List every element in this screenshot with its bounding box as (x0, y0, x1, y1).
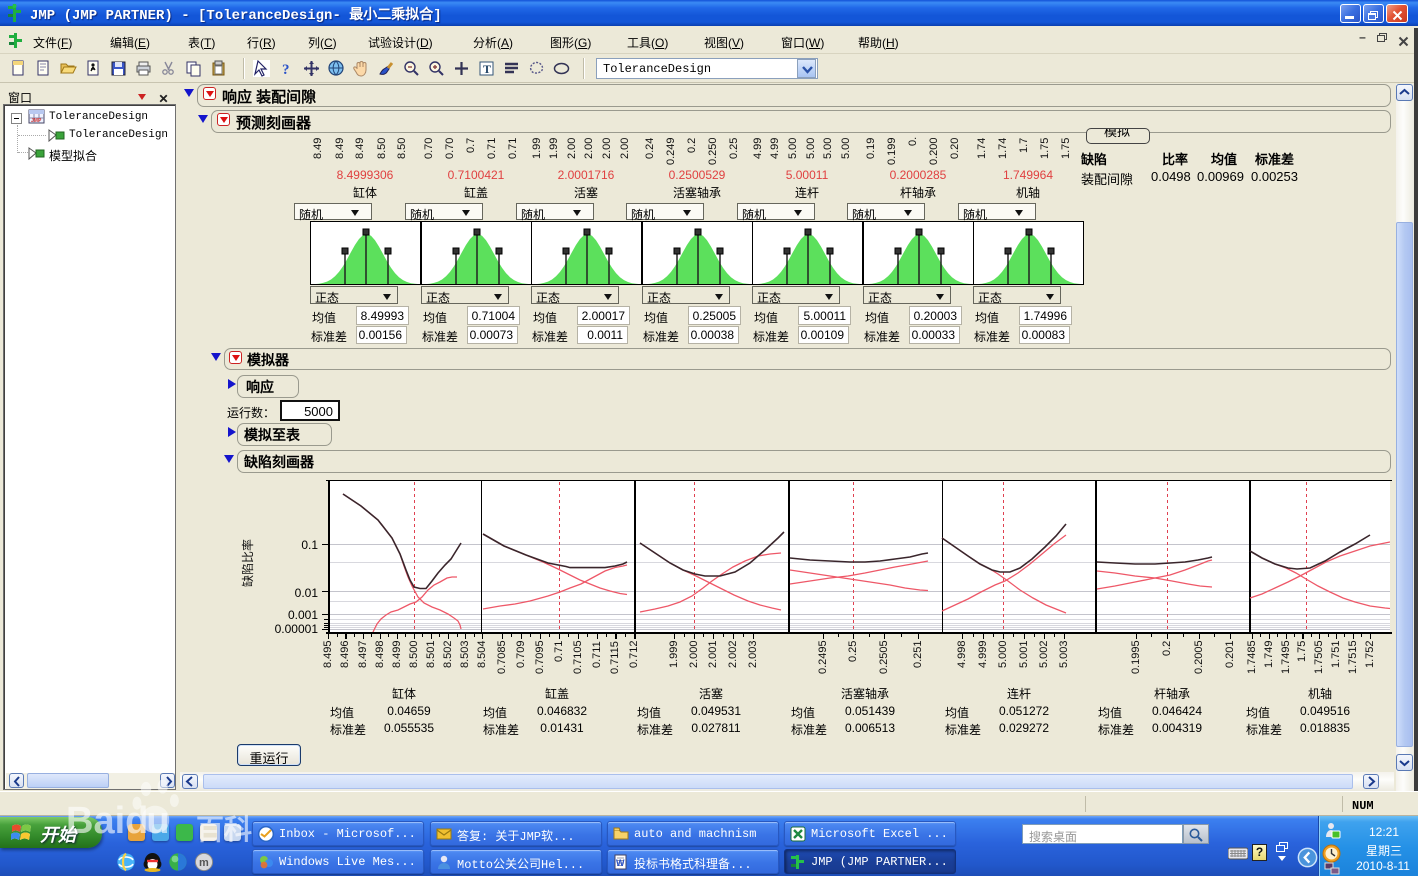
svg-text:m: m (199, 857, 209, 869)
svg-text:T: T (483, 62, 491, 76)
svg-text:?: ? (282, 62, 290, 77)
svg-text:W: W (616, 858, 625, 868)
svg-text:JMP: JMP (31, 118, 42, 124)
